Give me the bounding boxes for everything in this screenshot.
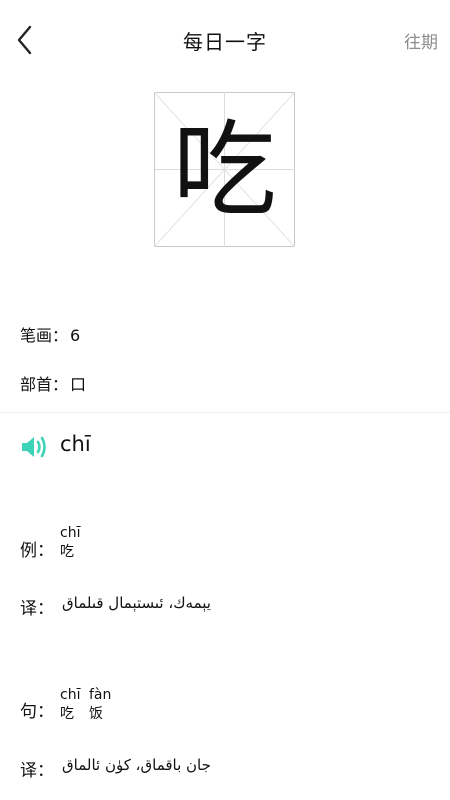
example-word: chī 吃	[60, 524, 80, 562]
sentence-hanzi-1: 吃	[60, 706, 74, 722]
translation-label: 译：	[20, 599, 54, 619]
pinyin-text: chī	[60, 432, 91, 456]
top-bar: 每日一字 往期	[0, 0, 450, 80]
strokes-value: 6	[70, 326, 81, 345]
speaker-icon[interactable]	[20, 434, 50, 460]
sentence-word-2: fàn 饭	[89, 686, 111, 724]
example-translation: يېمەك، ئىستېمال قىلماق	[62, 594, 211, 612]
sentence-pinyin-1: chī	[60, 687, 81, 703]
past-issues-button[interactable]: 往期	[404, 28, 438, 53]
strokes-label: 笔画：	[20, 326, 69, 345]
page-title: 每日一字	[183, 30, 267, 54]
sentence-word-1: chī 吃	[60, 686, 80, 724]
character-grid: 吃	[154, 92, 295, 247]
radical-value: 口	[70, 375, 87, 394]
strokes-row: 笔画： 6	[20, 322, 80, 346]
sentence-translation: جان باقماق، كۈن ئالماق	[62, 756, 211, 774]
sentence-label: 句：	[20, 702, 54, 722]
section-divider	[0, 412, 450, 413]
sentence-hanzi-2: 饭	[89, 706, 103, 722]
sentence-pinyin-2: fàn	[89, 687, 112, 703]
radical-row: 部首：口	[20, 371, 86, 395]
character-glyph: 吃	[172, 108, 277, 231]
example-label: 例：	[20, 541, 54, 561]
sentence-translation-label: 译：	[20, 761, 54, 781]
example-pinyin: chī	[60, 525, 81, 541]
example-hanzi: 吃	[60, 544, 74, 560]
radical-label: 部首：	[20, 375, 69, 394]
